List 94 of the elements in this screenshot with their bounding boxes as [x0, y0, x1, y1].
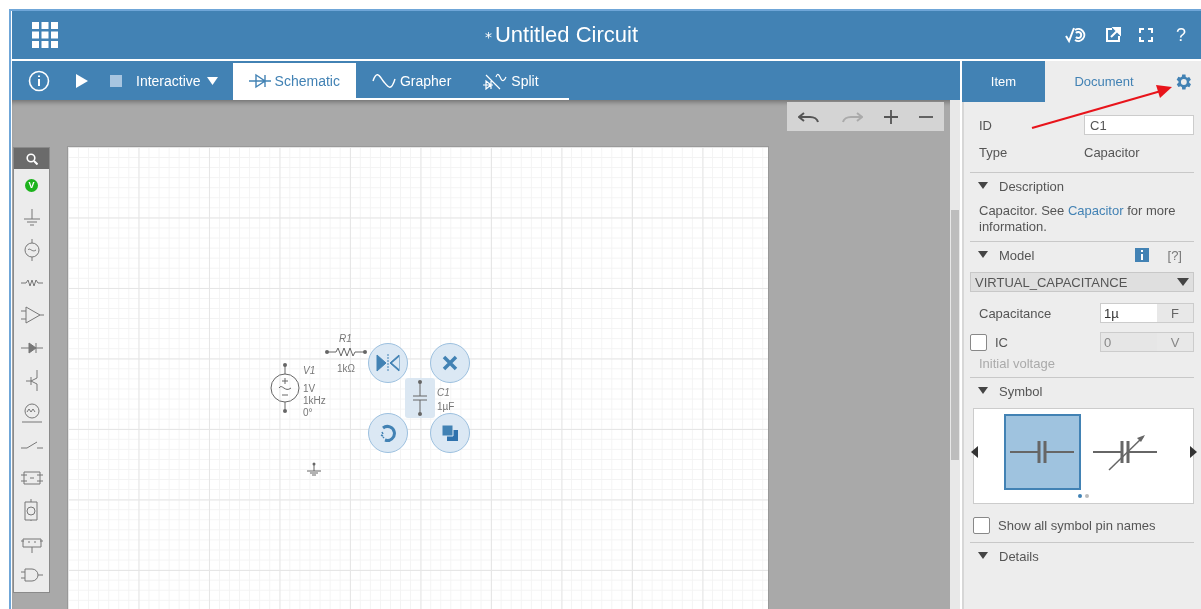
split-view-icon	[483, 71, 508, 90]
window-title: Untitled Circuit	[494, 22, 638, 48]
caret-down-icon	[978, 552, 988, 560]
probe-label: V	[25, 178, 38, 192]
page-dot[interactable]	[1085, 494, 1089, 498]
mode-dropdown[interactable]: Interactive	[136, 72, 218, 89]
fullscreen-icon	[1139, 28, 1153, 42]
menu-button[interactable]	[32, 22, 58, 48]
undo-button[interactable]	[797, 110, 820, 123]
capacitor-link[interactable]: Capacitor	[1067, 203, 1124, 218]
section-header[interactable]: Description	[970, 173, 1194, 199]
mirror-icon	[376, 354, 400, 372]
undo-icon	[797, 110, 820, 123]
previous-arrow[interactable]	[970, 446, 978, 458]
redo-icon	[840, 110, 863, 123]
field-hint: Initial voltage	[978, 356, 1056, 371]
pin-names-checkbox[interactable]	[973, 517, 990, 534]
delete-button[interactable]	[430, 343, 470, 383]
transistor-icon	[24, 369, 39, 392]
section-header[interactable]: Details	[970, 543, 1194, 569]
lamp-icon	[19, 401, 44, 424]
info-icon	[1139, 250, 1144, 260]
resistor-icon	[19, 278, 44, 287]
search-button[interactable]	[14, 148, 49, 169]
field-label: Type	[979, 144, 1009, 160]
symbol-option[interactable]	[1003, 414, 1081, 490]
resistor-symbol	[325, 347, 367, 357]
caret-down-icon	[978, 182, 988, 190]
ground-symbol	[306, 462, 322, 476]
variable-capacitor-symbol-icon	[1093, 432, 1157, 472]
part-label: V1	[303, 365, 316, 376]
amplifier-icon	[19, 304, 44, 327]
part-label: 1kΩ	[337, 363, 356, 374]
description-text: Capacitor. See Capacitor for more information.	[979, 203, 1177, 235]
field-value: Capacitor	[1084, 144, 1140, 160]
flip-button[interactable]	[368, 343, 408, 383]
export-button[interactable]	[1105, 27, 1121, 43]
info-button[interactable]	[1134, 248, 1149, 262]
caret-down-icon	[206, 76, 218, 85]
capacitance-field[interactable]: 1µ F	[1100, 303, 1194, 323]
search-icon	[25, 152, 38, 165]
view-tab[interactable]: Grapher	[355, 63, 468, 98]
close-icon	[442, 355, 458, 371]
rotate-icon	[378, 423, 398, 443]
rotate-button[interactable]	[368, 413, 408, 453]
minus-icon	[919, 115, 934, 118]
id-field[interactable]: C1	[1084, 115, 1194, 135]
panel-tab[interactable]: Item	[962, 61, 1045, 102]
help-link[interactable]: [?]	[1167, 247, 1182, 263]
scrollbar[interactable]	[950, 100, 960, 609]
checkbox-label: Show all symbol pin names	[998, 518, 1156, 533]
part-label: 0°	[303, 407, 313, 418]
stop-icon	[110, 74, 122, 87]
grid-menu-icon	[32, 22, 58, 48]
diode-icon	[248, 72, 271, 89]
info-button[interactable]	[28, 69, 50, 92]
copy-icon	[441, 424, 459, 442]
zoom-in-button[interactable]	[884, 109, 899, 124]
part-label: R1	[339, 333, 352, 344]
duplicate-button[interactable]	[430, 413, 470, 453]
page-dot[interactable]	[1078, 494, 1082, 498]
equation-button[interactable]	[1065, 26, 1087, 44]
caret-down-icon	[1177, 278, 1189, 286]
model-dropdown[interactable]: VIRTUAL_CAPACITANCE	[970, 272, 1194, 292]
section-title: Model	[999, 247, 1035, 263]
export-icon	[1105, 27, 1121, 43]
checkbox-label: IC	[995, 334, 1008, 350]
capacitor-symbol[interactable]	[405, 378, 435, 418]
caret-down-icon	[978, 387, 988, 395]
caret-down-icon	[978, 251, 988, 259]
info-icon	[28, 69, 50, 92]
next-arrow[interactable]	[1189, 446, 1197, 458]
field-label: ID	[979, 117, 993, 133]
part-label: 1V	[303, 383, 316, 394]
view-tab[interactable]: Split	[467, 63, 555, 98]
stop-button[interactable]	[110, 74, 122, 87]
part-label: C1	[437, 387, 450, 398]
section-header[interactable]: Model [?]	[970, 242, 1194, 268]
ac-source-symbol	[270, 363, 300, 413]
modified-mark: *	[484, 29, 492, 45]
probe-tool[interactable]: V	[14, 169, 49, 202]
part-label: 1µF	[437, 401, 455, 412]
play-icon	[76, 73, 88, 88]
help-button[interactable]: ?	[1171, 23, 1191, 47]
field-label: Capacitance	[979, 305, 1053, 321]
part-label: 1kHz	[303, 395, 326, 406]
sine-wave-icon	[371, 72, 396, 89]
plus-icon	[884, 109, 899, 124]
run-button[interactable]	[76, 73, 88, 88]
section-header[interactable]: Symbol	[970, 378, 1194, 404]
fullscreen-button[interactable]	[1139, 28, 1153, 42]
view-tab[interactable]: Schematic	[232, 63, 356, 98]
root-spiral-icon	[1065, 26, 1087, 44]
zoom-out-button[interactable]	[919, 115, 934, 118]
